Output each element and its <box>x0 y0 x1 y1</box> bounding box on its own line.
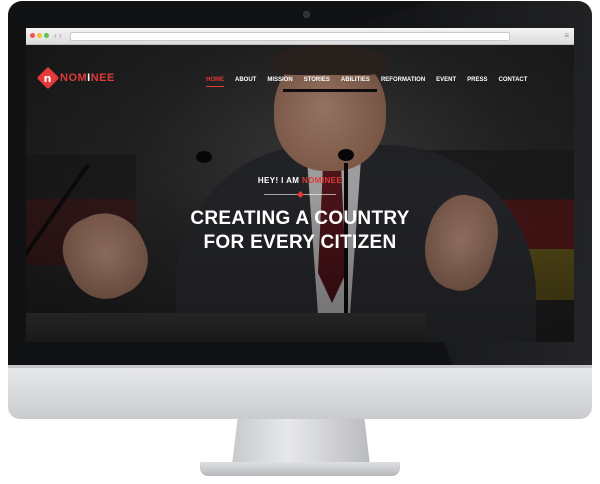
screen: ‹ › ≡ n NOMINEE HOME ABOUT MISSION STORI… <box>26 28 574 342</box>
browser-nav-arrows-icon[interactable]: ‹ › <box>54 31 62 41</box>
site-logo[interactable]: n NOMINEE <box>36 66 115 90</box>
hero-title: CREATING A COUNTRY FOR EVERY CITIZEN <box>26 207 574 255</box>
logo-text-end: NEE <box>90 72 115 84</box>
webcam-icon <box>303 11 310 18</box>
hero-title-line-2: FOR EVERY CITIZEN <box>203 232 397 253</box>
hero-kicker-prefix: HEY! I AM <box>257 176 302 185</box>
browser-menu-icon[interactable]: ≡ <box>564 31 569 41</box>
nav-item-reformation[interactable]: REFORMATION <box>381 76 425 84</box>
browser-toolbar: ‹ › ≡ <box>26 28 574 45</box>
nav-item-press[interactable]: PRESS <box>467 76 487 84</box>
nav-item-stories[interactable]: STORIES <box>304 76 330 84</box>
logo-text: NOMINEE <box>60 72 115 84</box>
hero-kicker: HEY! I AM NOMINEE <box>26 176 574 185</box>
logo-mark-letter: n <box>44 71 52 85</box>
hero-section: n NOMINEE HOME ABOUT MISSION STORIES ABI… <box>26 45 574 342</box>
nav-item-mission[interactable]: MISSION <box>267 76 292 84</box>
nav-item-about[interactable]: ABOUT <box>235 76 256 84</box>
nav-item-event[interactable]: EVENT <box>436 76 456 84</box>
nav-item-abilities[interactable]: ABILITIES <box>341 76 370 84</box>
hero-title-line-1: CREATING A COUNTRY <box>190 208 410 229</box>
main-nav: HOME ABOUT MISSION STORIES ABILITIES REF… <box>206 76 538 87</box>
maximize-window-button[interactable] <box>44 33 49 38</box>
address-bar[interactable] <box>70 32 510 41</box>
chin-shadow <box>8 365 592 368</box>
monitor-chin <box>8 365 592 419</box>
close-window-button[interactable] <box>30 33 35 38</box>
monitor-stand-neck <box>232 419 370 465</box>
minimize-window-button[interactable] <box>37 33 42 38</box>
logo-text-start: NOM <box>60 72 88 84</box>
logo-mark-icon: n <box>36 66 60 90</box>
nav-item-contact[interactable]: CONTACT <box>499 76 528 84</box>
nav-item-home[interactable]: HOME <box>206 76 224 87</box>
hero-kicker-name: NOMINEE <box>302 176 343 185</box>
monitor-stand-base <box>200 462 400 476</box>
